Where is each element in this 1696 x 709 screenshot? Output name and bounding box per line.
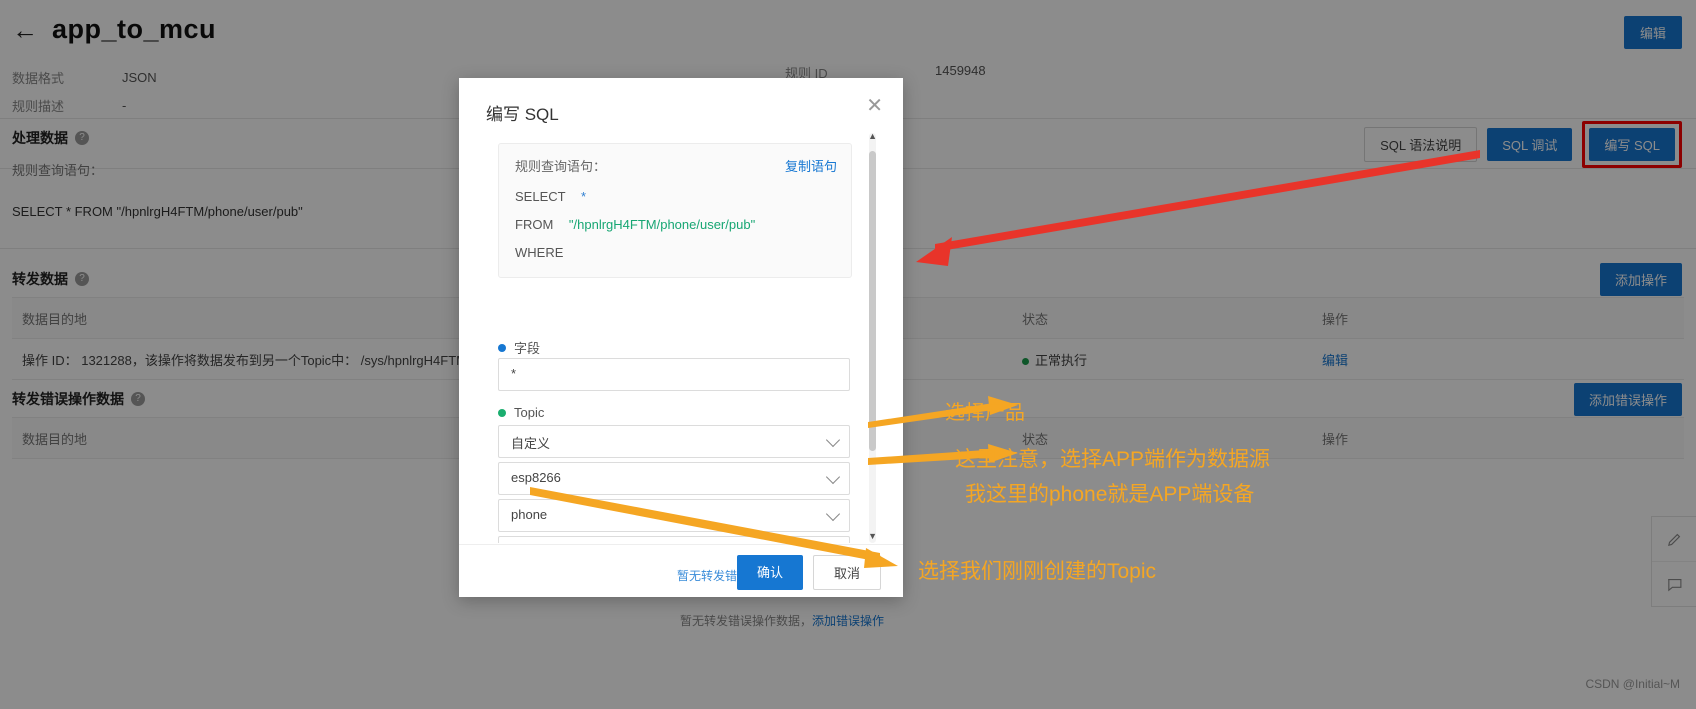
dialog-footer: 暂无转发错误操作数据， 确认 取消 xyxy=(459,544,903,598)
sql-where-keyword: WHERE xyxy=(515,245,564,260)
scroll-up-icon[interactable]: ▲ xyxy=(868,133,876,141)
dialog-scrollbar-thumb[interactable] xyxy=(869,151,876,451)
confirm-button[interactable]: 确认 xyxy=(736,555,803,590)
topic-bullet-icon xyxy=(498,408,506,417)
scroll-down-icon[interactable]: ▼ xyxy=(868,531,876,541)
field-bullet-icon xyxy=(498,343,506,352)
sql-preview-box: 规则查询语句： 复制语句 SELECT * FROM "/hpnlrgH4FTM… xyxy=(498,143,852,278)
sql-preview-label: 规则查询语句： xyxy=(515,159,607,174)
dialog-body: 规则查询语句： 复制语句 SELECT * FROM "/hpnlrgH4FTM… xyxy=(486,133,876,543)
topic-section-label: Topic xyxy=(498,405,544,420)
field-label-text: 字段 xyxy=(514,341,541,356)
device-select[interactable]: phone xyxy=(498,499,850,532)
sql-select-keyword: SELECT xyxy=(515,189,566,204)
product-value: esp8266 xyxy=(511,470,561,485)
topic-type-value: 自定义 xyxy=(511,436,551,451)
topic-label-text: Topic xyxy=(514,405,545,420)
sql-from-value: "/hpnlrgH4FTM/phone/user/pub" xyxy=(568,217,756,232)
field-input-value: * xyxy=(511,366,517,381)
product-select[interactable]: esp8266 xyxy=(498,462,850,495)
device-value: phone xyxy=(511,507,548,522)
sql-from-keyword: FROM xyxy=(515,217,554,232)
cancel-button[interactable]: 取消 xyxy=(812,555,881,590)
field-section-label: 字段 xyxy=(498,338,540,357)
chevron-down-icon xyxy=(825,432,841,448)
topic-type-select[interactable]: 自定义 xyxy=(498,425,850,458)
chevron-down-icon xyxy=(825,469,841,485)
copy-statement-link[interactable]: 复制语句 xyxy=(785,156,837,175)
chevron-down-icon xyxy=(825,506,841,522)
sql-select-value: * xyxy=(580,189,587,204)
sql-from-line: FROM "/hpnlrgH4FTM/phone/user/pub" xyxy=(515,217,755,232)
write-sql-dialog: 编写 SQL ✕ 规则查询语句： 复制语句 SELECT * FROM "/hp… xyxy=(459,78,903,597)
dialog-scrollbar-track[interactable] xyxy=(869,133,876,543)
field-input[interactable]: * xyxy=(498,358,850,391)
dialog-title: 编写 SQL xyxy=(486,105,559,124)
sql-select-line: SELECT * xyxy=(515,189,586,204)
close-icon[interactable]: ✕ xyxy=(866,96,883,116)
topic-path-select[interactable]: user/pub xyxy=(498,536,850,543)
